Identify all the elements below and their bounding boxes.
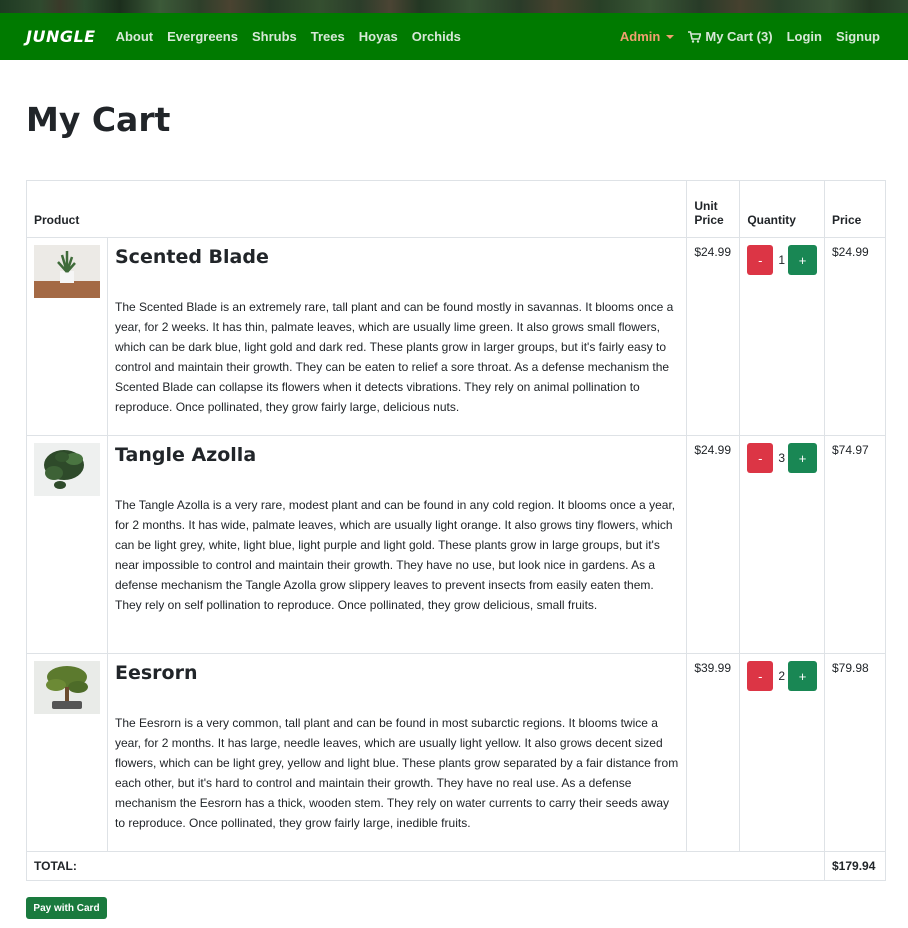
quantity-stepper: - 1 + — [747, 245, 817, 275]
price-cell: $79.98 — [824, 653, 886, 852]
product-description: The Scented Blade is an extremely rare, … — [115, 300, 674, 414]
product-image-cell — [26, 653, 108, 852]
table-row: Eesrorn The Eesrorn is a very common, ta… — [26, 653, 886, 852]
unit-price-cell: $24.99 — [686, 237, 741, 436]
total-row: TOTAL: $179.94 — [26, 851, 886, 881]
nav-link-shrubs[interactable]: Shrubs — [252, 29, 297, 44]
unit-price-cell: $24.99 — [686, 435, 741, 654]
quantity-stepper: - 3 + — [747, 443, 817, 473]
decrease-quantity-button[interactable]: - — [747, 661, 774, 691]
increase-quantity-button[interactable]: + — [788, 245, 817, 275]
price-cell: $74.97 — [824, 435, 886, 654]
product-description: The Eesrorn is a very common, tall plant… — [115, 716, 679, 830]
header-product: Product — [25, 180, 688, 238]
nav-link-hoyas[interactable]: Hoyas — [359, 29, 398, 44]
product-image[interactable] — [34, 661, 100, 714]
page-title: My Cart — [26, 100, 171, 139]
product-description: The Tangle Azolla is a very rare, modest… — [115, 498, 676, 612]
decrease-quantity-button[interactable]: - — [747, 443, 774, 473]
quantity-value: 2 — [778, 669, 785, 683]
total-label: TOTAL: — [26, 851, 825, 881]
my-cart-label: My Cart (3) — [705, 29, 773, 44]
admin-dropdown[interactable]: Admin — [619, 29, 675, 44]
product-image[interactable] — [34, 245, 100, 298]
product-info-cell: Tangle Azolla The Tangle Azolla is a ver… — [106, 435, 688, 654]
quantity-cell: - 2 + — [739, 653, 825, 852]
cart-table: Product Unit Price Quantity Price Scente… — [25, 180, 886, 881]
unit-price-cell: $39.99 — [686, 653, 741, 852]
product-name[interactable]: Tangle Azolla — [115, 443, 679, 467]
login-link[interactable]: Login — [787, 29, 822, 44]
cart-icon — [688, 30, 702, 43]
total-value: $179.94 — [824, 851, 886, 881]
price-cell: $24.99 — [824, 237, 886, 436]
nav-link-evergreens[interactable]: Evergreens — [167, 29, 238, 44]
increase-quantity-button[interactable]: + — [788, 443, 817, 473]
nav-link-orchids[interactable]: Orchids — [412, 29, 461, 44]
nav-right: Admin My Cart (3) Login Signup — [606, 13, 880, 60]
nav-link-trees[interactable]: Trees — [311, 29, 345, 44]
quantity-value: 3 — [778, 451, 785, 465]
admin-label: Admin — [619, 29, 661, 44]
increase-quantity-button[interactable]: + — [788, 661, 817, 691]
quantity-cell: - 3 + — [739, 435, 825, 654]
product-image-cell — [26, 435, 108, 654]
table-row: Tangle Azolla The Tangle Azolla is a ver… — [26, 435, 886, 654]
product-image-cell — [26, 237, 108, 436]
table-row: Scented Blade The Scented Blade is an ex… — [26, 237, 886, 436]
product-name[interactable]: Scented Blade — [115, 245, 679, 269]
product-image[interactable] — [34, 443, 100, 496]
brand-logo[interactable]: JUNGLE — [26, 27, 96, 46]
product-info-cell: Scented Blade The Scented Blade is an ex… — [106, 237, 688, 436]
hero-banner-strip — [0, 0, 908, 13]
product-name[interactable]: Eesrorn — [115, 661, 679, 685]
header-unit-price: Unit Price — [686, 180, 741, 238]
chevron-down-icon — [666, 34, 675, 39]
quantity-stepper: - 2 + — [747, 661, 817, 691]
header-quantity: Quantity — [739, 180, 825, 238]
product-info-cell: Eesrorn The Eesrorn is a very common, ta… — [106, 653, 688, 852]
nav-link-about[interactable]: About — [116, 29, 154, 44]
my-cart-link[interactable]: My Cart (3) — [688, 29, 773, 44]
quantity-value: 1 — [778, 253, 785, 267]
table-header-row: Product Unit Price Quantity Price — [25, 180, 886, 238]
signup-link[interactable]: Signup — [836, 29, 880, 44]
pay-with-card-button[interactable]: Pay with Card — [26, 897, 107, 919]
decrease-quantity-button[interactable]: - — [747, 245, 774, 275]
header-price: Price — [824, 180, 886, 238]
quantity-cell: - 1 + — [739, 237, 825, 436]
navbar: JUNGLE About Evergreens Shrubs Trees Hoy… — [0, 13, 908, 60]
